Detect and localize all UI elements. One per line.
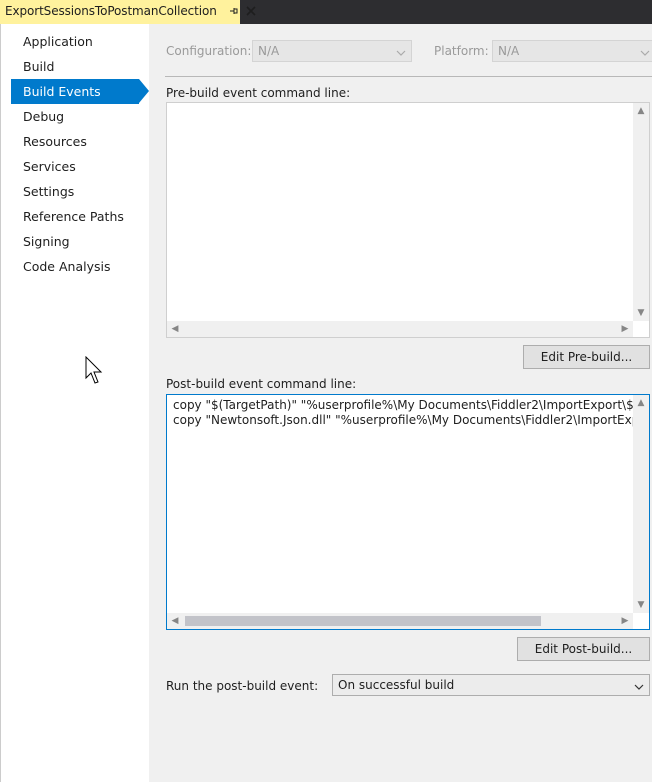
project-properties-page: Application Build Build Events Debug Res…	[0, 24, 652, 782]
scroll-down-icon[interactable]: ▼	[633, 305, 649, 321]
scroll-left-icon[interactable]: ◀	[167, 613, 183, 629]
prebuild-horizontal-scrollbar[interactable]: ◀ ▶	[167, 321, 633, 337]
platform-label: Platform:	[434, 44, 489, 58]
scroll-up-icon[interactable]: ▲	[633, 103, 649, 119]
prebuild-vertical-scrollbar[interactable]: ▲ ▼	[633, 103, 649, 321]
mouse-pointer-icon	[85, 355, 105, 386]
platform-select: N/A	[492, 40, 652, 62]
sidebar-item-reference-paths[interactable]: Reference Paths	[1, 204, 149, 229]
sidebar-item-build[interactable]: Build	[1, 54, 149, 79]
postbuild-command-text: copy "$(TargetPath)" "%userprofile%\My D…	[173, 398, 650, 428]
chevron-down-icon	[633, 679, 645, 691]
document-tab-strip: ExportSessionsToPostmanCollection	[0, 0, 652, 24]
edit-postbuild-button[interactable]: Edit Post-build...	[517, 637, 650, 661]
postbuild-label: Post-build event command line:	[166, 377, 357, 391]
document-tab-title: ExportSessionsToPostmanCollection	[5, 4, 217, 18]
prebuild-label: Pre-build event command line:	[166, 86, 351, 100]
pin-icon[interactable]	[227, 5, 239, 17]
chevron-down-icon	[639, 45, 651, 57]
sidebar-item-build-events[interactable]: Build Events	[11, 79, 149, 104]
run-post-build-value: On successful build	[338, 678, 455, 692]
postbuild-line: copy "Newtonsoft.Json.dll" "%userprofile…	[173, 413, 650, 427]
configuration-value: N/A	[258, 44, 280, 58]
postbuild-command-textarea[interactable]: copy "$(TargetPath)" "%userprofile%\My D…	[166, 394, 650, 630]
document-tab[interactable]: ExportSessionsToPostmanCollection	[0, 0, 256, 24]
sidebar-nav: Application Build Build Events Debug Res…	[1, 24, 149, 782]
postbuild-line: copy "$(TargetPath)" "%userprofile%\My D…	[173, 398, 650, 412]
postbuild-horizontal-scrollbar[interactable]: ◀ ▶	[167, 613, 633, 629]
run-post-build-select[interactable]: On successful build	[332, 674, 650, 696]
divider	[165, 76, 652, 77]
configuration-label: Configuration:	[166, 44, 252, 58]
postbuild-vertical-scrollbar[interactable]: ▲ ▼	[633, 395, 649, 613]
sidebar-item-settings[interactable]: Settings	[1, 179, 149, 204]
prebuild-command-textarea[interactable]: ▲ ▼ ◀ ▶	[166, 102, 650, 338]
configuration-select: N/A	[252, 40, 412, 62]
scroll-down-icon[interactable]: ▼	[633, 597, 649, 613]
sidebar-item-code-analysis[interactable]: Code Analysis	[1, 254, 149, 279]
build-events-panel: Configuration: N/A Platform: N/A Pre-bui…	[149, 24, 652, 782]
sidebar-item-application[interactable]: Application	[1, 29, 149, 54]
close-icon[interactable]	[245, 5, 257, 17]
sidebar-item-services[interactable]: Services	[1, 154, 149, 179]
sidebar-item-debug[interactable]: Debug	[1, 104, 149, 129]
sidebar-item-signing[interactable]: Signing	[1, 229, 149, 254]
scroll-right-icon[interactable]: ▶	[617, 613, 633, 629]
platform-value: N/A	[498, 44, 520, 58]
horizontal-scroll-thumb[interactable]	[185, 616, 541, 626]
scroll-right-icon[interactable]: ▶	[617, 321, 633, 337]
chevron-down-icon	[395, 45, 407, 57]
sidebar-item-resources[interactable]: Resources	[1, 129, 149, 154]
run-post-build-label: Run the post-build event:	[166, 679, 319, 693]
edit-prebuild-button[interactable]: Edit Pre-build...	[523, 345, 650, 369]
scroll-left-icon[interactable]: ◀	[167, 321, 183, 337]
scroll-up-icon[interactable]: ▲	[633, 395, 649, 411]
